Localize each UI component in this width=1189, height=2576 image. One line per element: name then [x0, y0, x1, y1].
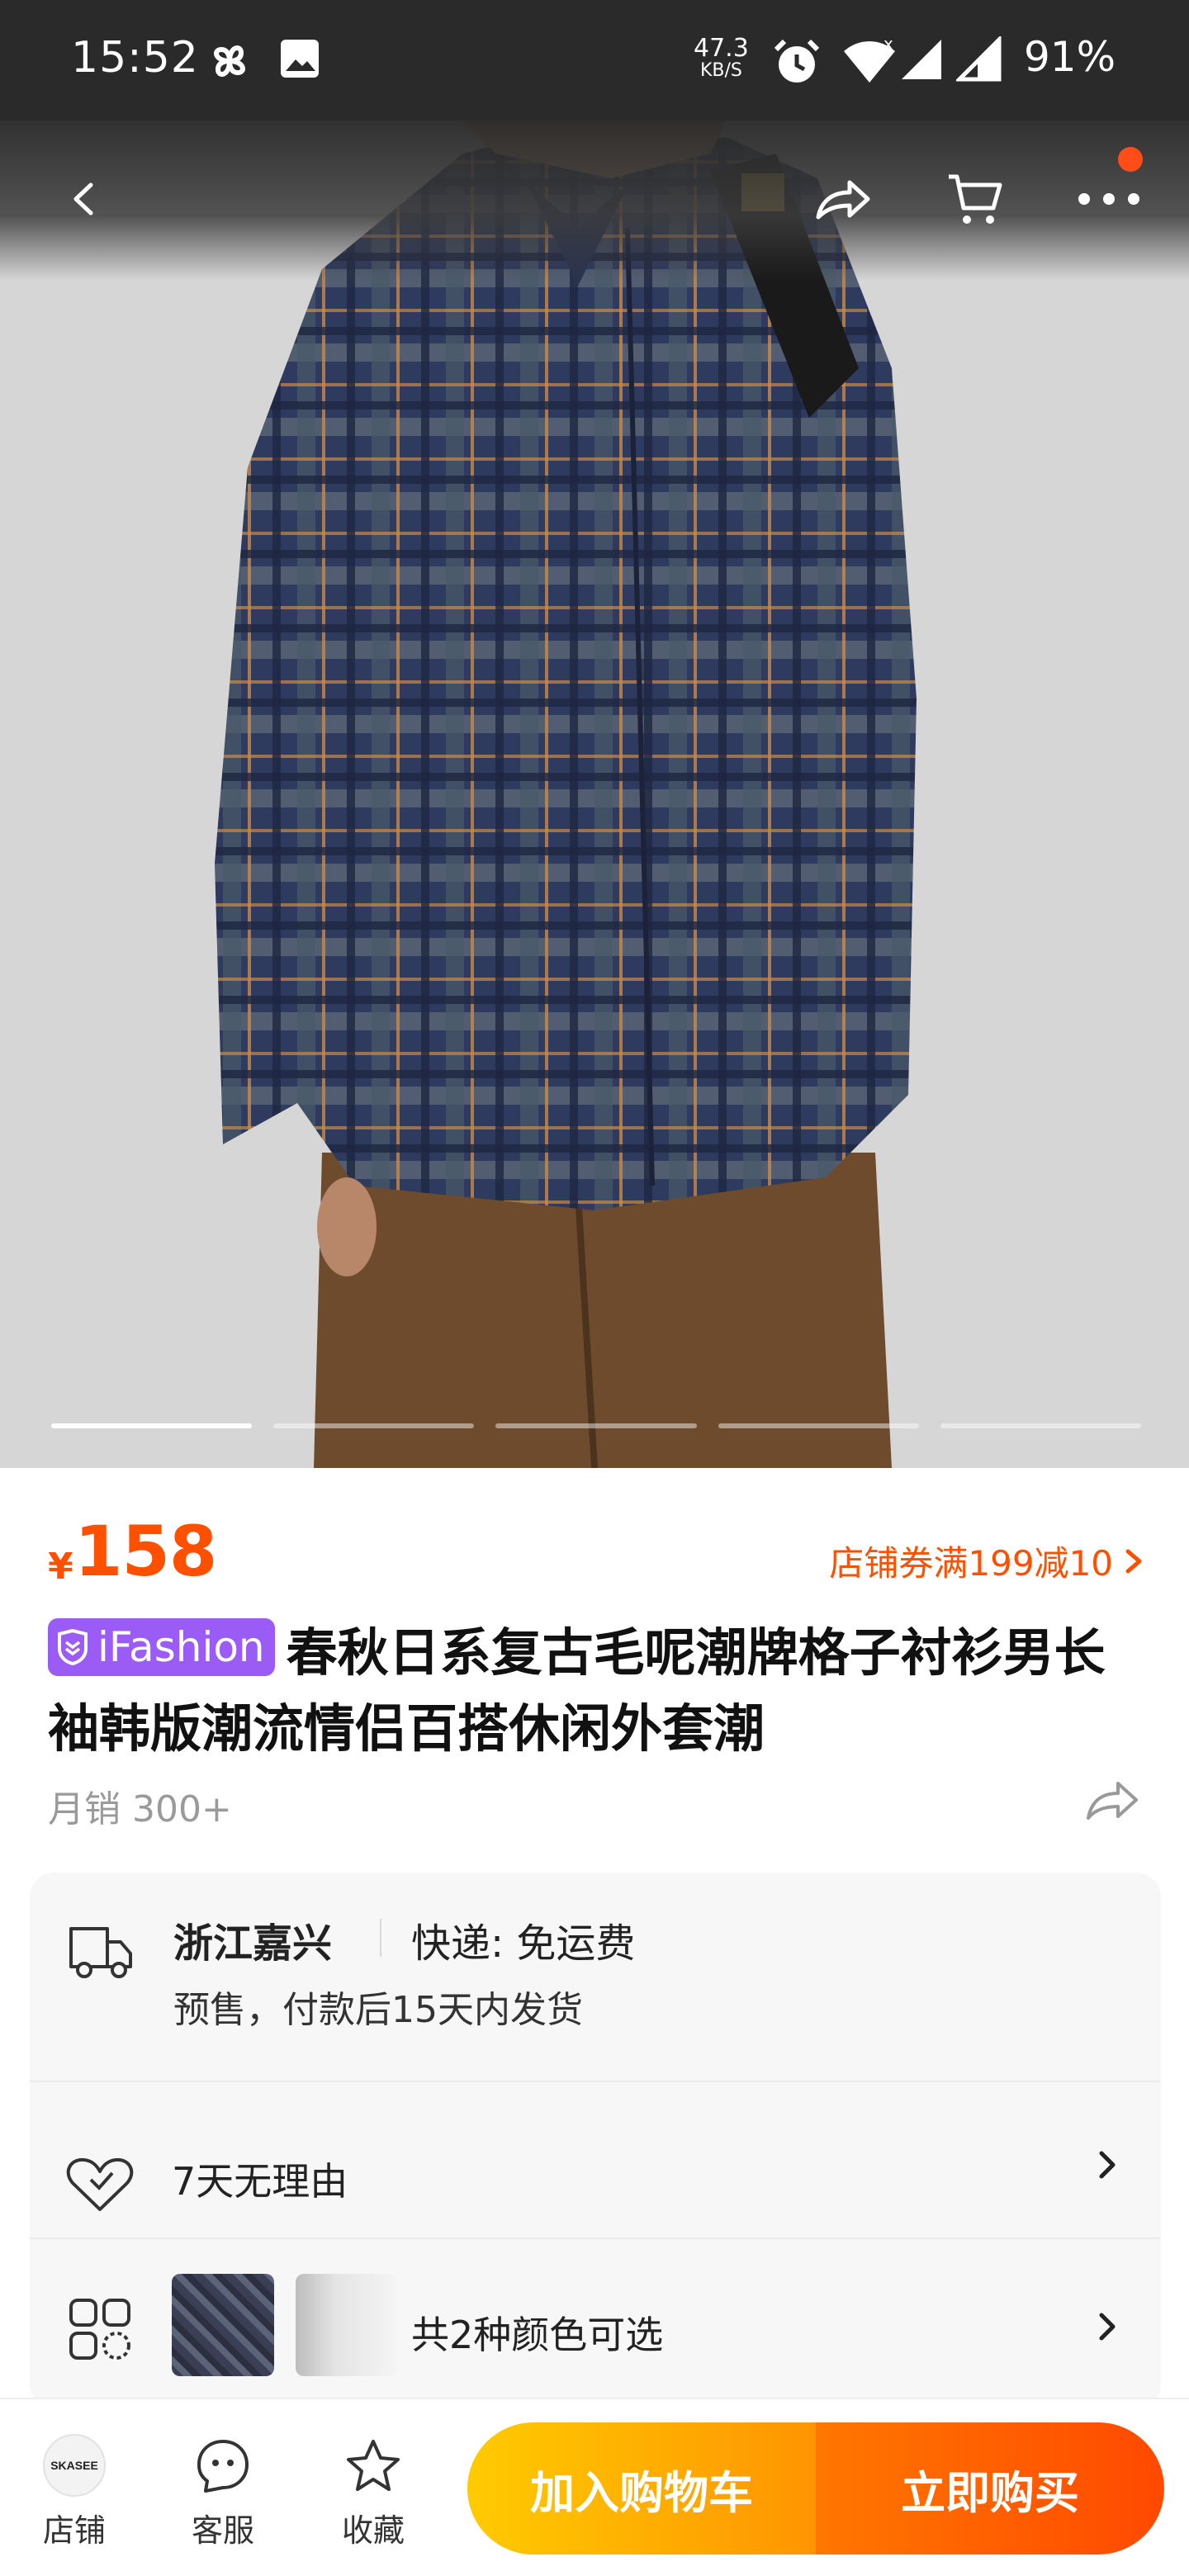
coupon-label: 店铺券满199减10 [829, 1543, 1113, 1584]
color-options-row[interactable]: 共2种颜色可选 [30, 2239, 1161, 2409]
notification-dot [1118, 147, 1143, 172]
returns-label: 7天无理由 [172, 2159, 348, 2204]
wifi-icon: x [844, 36, 895, 83]
price: 158 [74, 1511, 217, 1592]
pinwheel-icon [214, 45, 245, 77]
ship-from-location: 浙江嘉兴 [173, 1920, 333, 1967]
shop-tab[interactable]: SKASEE 店铺 [25, 2432, 124, 2550]
divider [380, 1919, 381, 1957]
cart-button[interactable] [938, 162, 1012, 236]
gallery-indicators [51, 1423, 1142, 1430]
shipping-note: 预售，付款后15天内发货 [173, 1989, 583, 2031]
favorite-label: 收藏 [341, 2512, 405, 2549]
cart-icon [949, 174, 1002, 224]
price-row: ¥ 158 店铺券满199减10 [48, 1511, 1146, 1593]
buy-now-button[interactable]: 立即购买 [816, 2422, 1164, 2555]
ifashion-badge-text: iFashion [97, 1623, 265, 1671]
color-thumbnail[interactable] [172, 2274, 274, 2376]
product-title: iFashion 春秋日系复古毛呢潮牌格子衬衫男长袖韩版潮流情侣百搭休闲外套潮 [48, 1615, 1154, 1767]
customer-service-label: 客服 [191, 2512, 254, 2549]
star-icon [347, 2440, 400, 2491]
shipping-fee: 快递: 免运费 [411, 1920, 636, 1967]
color-options-label: 共2种颜色可选 [411, 2313, 664, 2357]
image-icon [281, 40, 319, 78]
truck-icon [69, 1927, 132, 1978]
share-icon [816, 180, 870, 220]
monthly-sales: 月销 300+ [48, 1788, 232, 1830]
back-button[interactable] [48, 162, 122, 236]
heart-icon [66, 2157, 134, 2211]
returns-row[interactable]: 7天无理由 [30, 2082, 1161, 2237]
more-button[interactable] [1072, 162, 1146, 236]
shop-logo: SKASEE [43, 2434, 106, 2497]
customer-service-tab[interactable]: 客服 [173, 2432, 272, 2550]
alarm-icon [774, 39, 820, 83]
shop-label: 店铺 [42, 2512, 106, 2549]
add-to-cart-button[interactable]: 加入购物车 [467, 2422, 816, 2555]
coupon-link[interactable]: 店铺券满199减10 [829, 1536, 1146, 1586]
color-thumbnail[interactable] [296, 2274, 398, 2376]
status-time: 15:52 [71, 33, 199, 83]
chevron-right-icon [1099, 2313, 1116, 2341]
shield-icon [58, 1629, 88, 1665]
info-card: 浙江嘉兴 快递: 免运费 预售，付款后15天内发货 7天无理由 共2种颜色可选 [30, 1873, 1161, 2409]
gallery-indicator [273, 1423, 475, 1428]
back-icon [73, 182, 93, 215]
chat-face-icon [197, 2440, 249, 2493]
shipping-row[interactable]: 浙江嘉兴 快递: 免运费 预售，付款后15天内发货 [30, 1873, 1161, 2079]
svg-text:x: x [883, 36, 893, 54]
product-photo [0, 121, 1189, 1468]
net-speed: 47.3 KB/S [694, 34, 749, 81]
currency-symbol: ¥ [48, 1546, 73, 1588]
more-icon [1078, 193, 1139, 205]
favorite-tab[interactable]: 收藏 [324, 2432, 423, 2550]
bottom-action-bar: SKASEE 店铺 客服 收藏 加入购物车 立即购买 [0, 2398, 1189, 2576]
gallery-indicator [495, 1423, 697, 1428]
status-bar: 15:52 47.3 KB/S x 91% [0, 0, 1189, 121]
product-gallery[interactable] [0, 121, 1189, 1468]
gallery-indicator [718, 1423, 919, 1428]
ifashion-badge: iFashion [48, 1618, 275, 1676]
chevron-right-icon [1099, 2151, 1116, 2179]
gallery-indicator [51, 1423, 253, 1428]
share-icon[interactable] [1085, 1777, 1139, 1823]
signal-icon [902, 40, 941, 79]
share-button[interactable] [806, 162, 880, 236]
grid-icon [69, 2299, 130, 2360]
chevron-right-icon [1125, 1549, 1142, 1573]
gallery-indicator [940, 1423, 1142, 1428]
signal-icon [956, 36, 1002, 82]
battery-level: 91% [1024, 33, 1116, 81]
